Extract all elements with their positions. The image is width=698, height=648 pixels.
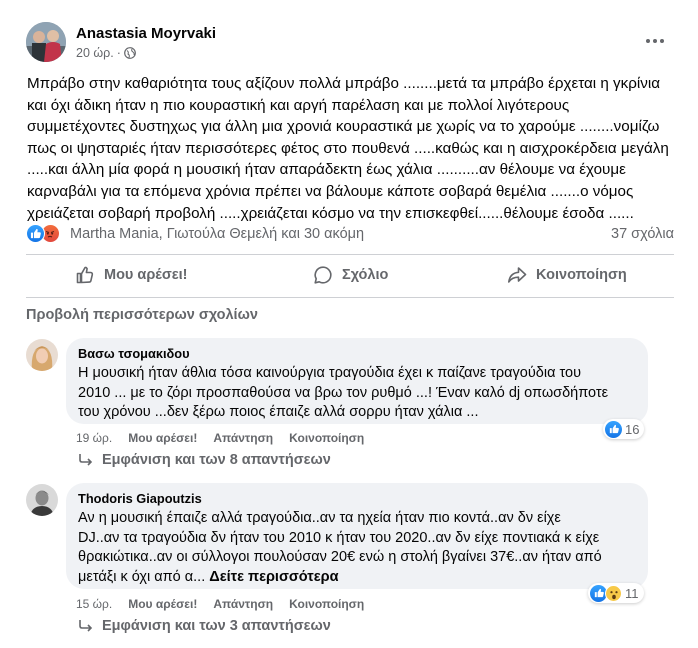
more-dot-icon <box>653 39 657 43</box>
comment-bubble: Βασω τσομακιδου Η μουσική ήταν άθλια τόσ… <box>66 338 648 424</box>
post-text-line: καρναβάλι για τα επόμενα χρόνια πρέπει ν… <box>27 182 634 200</box>
like-button-label: Μου αρέσει! <box>104 267 188 283</box>
post-meta: 20 ώρ. · <box>76 46 136 60</box>
author-avatar[interactable] <box>26 22 66 62</box>
post-text-line: και όχι άδικη ήταν η πιο κουραστική και … <box>27 96 570 114</box>
comment-text-line: DJ..αν τα τραγούδια δν ήταν του 2010 κ ή… <box>78 529 600 546</box>
comment-reply-button[interactable]: Απάντηση <box>213 431 273 445</box>
more-options-button[interactable] <box>644 30 666 52</box>
see-more-link[interactable]: Δείτε περισσότερα <box>209 569 338 585</box>
view-replies-link[interactable]: Εμφάνιση και των 3 απαντήσεων <box>78 618 331 634</box>
comment-text-line: 2010 ... με το ζόρι προσπαθούσα να βρω τ… <box>78 384 609 401</box>
comment-like-button[interactable]: Μου αρέσει! <box>128 597 197 611</box>
post-text: Μπράβο στην καθαριότητα τους αξίζουν πολ… <box>27 73 677 224</box>
thumbs-up-icon <box>76 266 94 284</box>
view-replies-link[interactable]: Εμφάνιση και των 8 απαντήσεων <box>78 452 331 468</box>
comment-text-line: Η μουσική ήταν άθλια τόσα καινούργια τρα… <box>78 365 582 381</box>
comment-reaction-badge[interactable]: 11 <box>588 583 644 603</box>
comment-text-line: μετάξι κ όχι από α... Δείτε περισσότερα <box>78 568 636 588</box>
share-button-label: Κοινοποίηση <box>536 267 627 283</box>
view-replies-label: Εμφάνιση και των 8 απαντήσεων <box>102 452 331 468</box>
comment-share-button[interactable]: Κοινοποίηση <box>289 597 364 611</box>
comment-share-button[interactable]: Κοινοποίηση <box>289 431 364 445</box>
reactors-summary[interactable]: Martha Mania, Γιωτούλα Θεμελή και 30 ακό… <box>70 226 364 242</box>
reaction-icons[interactable] <box>26 224 66 244</box>
comment-button[interactable]: Σχόλιο <box>313 262 388 288</box>
share-arrow-icon <box>508 267 527 283</box>
reply-arrow-icon <box>79 620 93 632</box>
comment-text-line: θρακιώτικα..αν οι σύλλογοι πουλούσαν 20€… <box>78 549 602 566</box>
post-time[interactable]: 20 ώρ. <box>76 46 114 60</box>
like-reaction-icon <box>605 420 622 438</box>
more-dot-icon <box>660 39 664 43</box>
commenter-avatar[interactable] <box>26 339 58 371</box>
comment-like-button[interactable]: Μου αρέσει! <box>128 431 197 445</box>
reply-arrow-icon <box>79 454 93 466</box>
comment-time[interactable]: 19 ώρ. <box>76 431 112 445</box>
post-text-line: συμμετέχοντες δυστηχως για άλλη μια χρον… <box>27 118 660 136</box>
comment-text-last: μετάξι κ όχι από α... <box>78 568 206 585</box>
globe-icon <box>124 47 136 59</box>
comment-time[interactable]: 15 ώρ. <box>76 597 112 611</box>
view-more-comments-link[interactable]: Προβολή περισσότερων σχολίων <box>26 307 258 323</box>
comment-actions: 15 ώρ. Μου αρέσει! Απάντηση Κοινοποίηση <box>76 597 364 611</box>
more-dot-icon <box>646 39 650 43</box>
wow-reaction-icon <box>605 584 622 602</box>
comment-bubble: Thodoris Giapoutzis Αν η μουσική έπαιζε … <box>66 483 648 589</box>
comment-button-label: Σχόλιο <box>342 267 389 283</box>
view-replies-label: Εμφάνιση και των 3 απαντήσεων <box>102 618 331 634</box>
like-reaction-icon <box>26 224 45 243</box>
comment-actions: 19 ώρ. Μου αρέσει! Απάντηση Κοινοποίηση <box>76 431 364 445</box>
comment-reaction-badge[interactable]: 16 <box>603 419 645 439</box>
comments-count[interactable]: 37 σχόλια <box>611 226 674 242</box>
divider <box>26 254 674 255</box>
comment-text-line: του χρόνου ...δεν ξέρω ποιος έπαιζε αλλά… <box>78 404 479 421</box>
comment-reply-button[interactable]: Απάντηση <box>213 597 273 611</box>
comment-bubble-icon <box>314 266 332 284</box>
comment-reaction-count: 11 <box>625 585 639 601</box>
comment-text-line: Αν η μουσική έπαιζε αλλά τραγούδια..αν τ… <box>78 510 561 526</box>
post-card: Anastasia Moyrvaki 20 ώρ. · Μπράβο στην … <box>0 0 698 648</box>
share-button[interactable]: Κοινοποίηση <box>507 262 627 288</box>
commenter-name[interactable]: Βασω τσομακιδου <box>78 346 636 362</box>
author-name[interactable]: Anastasia Moyrvaki <box>76 25 216 42</box>
post-text-line: χρειάζεται σοβαρή προβολή .....χρειάζετα… <box>27 204 634 222</box>
like-button[interactable]: Μου αρέσει! <box>75 262 188 288</box>
divider <box>26 297 674 298</box>
post-text-line: πως οι ψησταριές ήταν περισσότερες φέτος… <box>27 139 669 157</box>
post-text-line: .....και άλλη μία φορά η μουσική ήταν απ… <box>27 161 626 179</box>
meta-separator: · <box>116 46 121 60</box>
commenter-avatar[interactable] <box>26 484 58 516</box>
commenter-name[interactable]: Thodoris Giapoutzis <box>78 491 636 507</box>
reactions-row: Martha Mania, Γιωτούλα Θεμελή και 30 ακό… <box>26 224 676 244</box>
post-text-line: Μπράβο στην καθαριότητα τους αξίζουν πολ… <box>27 75 661 92</box>
comment-reaction-count: 16 <box>625 421 640 437</box>
